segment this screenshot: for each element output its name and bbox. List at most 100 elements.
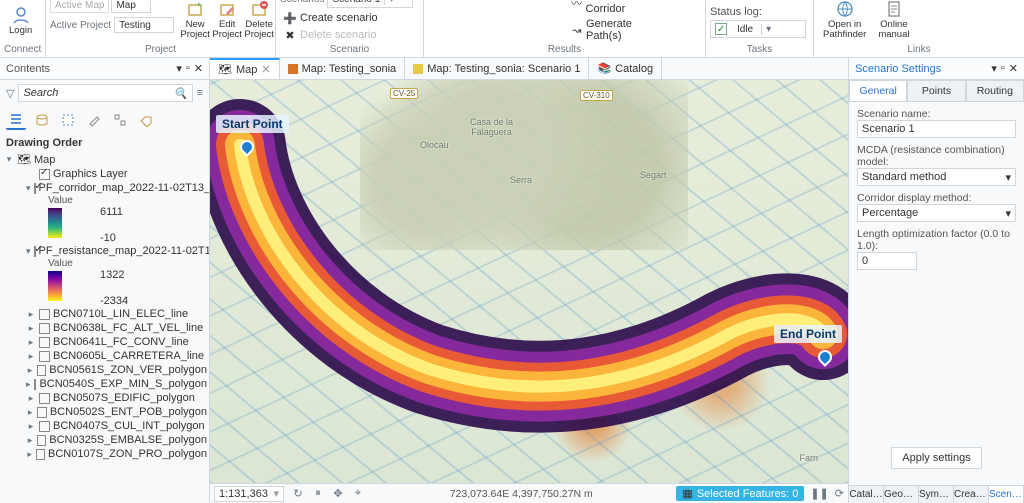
bottom-tab-catalog[interactable]: Catal…	[849, 486, 884, 503]
tree-graphics-layer[interactable]: Graphics Layer	[26, 167, 207, 181]
pause-control-icon[interactable]: ❚❚	[810, 487, 828, 500]
close-icon[interactable]: ✕	[1009, 62, 1018, 75]
tree-layer-item[interactable]: ▸BCN0540S_EXP_MIN_S_polygon	[26, 377, 207, 391]
place-farn: Farn	[799, 453, 818, 463]
target-icon[interactable]: ⌖	[350, 486, 366, 502]
list-by-labeling-icon[interactable]	[136, 110, 156, 130]
bottom-tab-symbology[interactable]: Symb…	[919, 486, 954, 503]
group-title-links: Links	[818, 43, 1020, 57]
scenario-name-input[interactable]: Scenario 1	[857, 120, 1016, 138]
apply-settings-button[interactable]: Apply settings	[891, 447, 981, 469]
pan-icon[interactable]: ✥	[330, 486, 346, 502]
user-icon	[11, 5, 31, 25]
selected-features-badge[interactable]: ▦Selected Features: 0	[676, 486, 804, 501]
mcda-dropdown[interactable]: Standard method▾	[857, 168, 1016, 186]
search-input[interactable]: Search 🔍	[18, 84, 192, 102]
ribbon-group-tasks: Status log: ✓Idle ▾ Tasks	[706, 0, 814, 57]
check-icon: ✓	[715, 23, 727, 35]
length-factor-input[interactable]: 0	[857, 252, 917, 270]
delete-project-icon	[249, 0, 269, 19]
active-map-tab[interactable]: Active Map	[50, 0, 109, 13]
pause-icon[interactable]: ⏸	[310, 486, 326, 502]
generate-paths-button[interactable]: ↝Generate Path(s)	[568, 17, 664, 43]
menu-icon[interactable]: ≡	[197, 87, 203, 99]
list-by-selection-icon[interactable]	[58, 110, 78, 130]
create-scenario-button[interactable]: ➕Create scenario	[280, 10, 381, 26]
chevron-down-icon[interactable]: ▾	[176, 62, 182, 75]
globe-icon	[835, 0, 855, 19]
login-button[interactable]: Login	[4, 2, 37, 39]
tree-layer-item[interactable]: ▸BCN0605L_CARRETERA_line	[26, 349, 207, 363]
settings-form: Scenario name: Scenario 1 MCDA (resistan…	[849, 102, 1024, 485]
refresh-icon[interactable]: ⟳	[835, 487, 844, 500]
close-icon[interactable]: ✕	[194, 62, 203, 75]
scenarios-dropdown[interactable]: Scenario 1▾	[327, 0, 413, 8]
bottom-tab-geoprocessing[interactable]: Geop…	[884, 486, 919, 503]
close-icon[interactable]: ✕	[261, 63, 270, 76]
tab-general[interactable]: General	[849, 80, 907, 101]
bottom-tab-scenario[interactable]: Scena…	[989, 486, 1024, 503]
search-row: ▽ Search 🔍 ≡	[0, 80, 209, 106]
dock-icon[interactable]: ▫	[1001, 62, 1005, 75]
delete-project-button[interactable]: Delete Project	[244, 0, 274, 43]
plus-icon: ➕	[283, 11, 297, 25]
map-status-bar: 1:131,363▾ ↻ ⏸ ✥ ⌖ 723,073.64E 4,397,750…	[210, 483, 848, 503]
scenario-settings-panel: Scenario Settings ▾ ▫ ✕ General Points R…	[849, 58, 1024, 503]
list-by-source-icon[interactable]	[32, 110, 52, 130]
tab-map[interactable]: 🗺Map✕	[210, 58, 280, 79]
map-view[interactable]: Start Point End Point Olocau Casa de la …	[210, 80, 848, 483]
tree-layer-item[interactable]: ▸BCN0107S_ZON_PRO_polygon	[26, 447, 207, 461]
tree-resistance-layer[interactable]: ▾PF_resistance_map_2022-11-02T13_11_57.t…	[26, 244, 207, 258]
tree-layer-item[interactable]: ▸BCN0325S_EMBALSE_polygon	[26, 433, 207, 447]
tree-layer-item[interactable]: ▸BCN0502S_ENT_POB_polygon	[26, 405, 207, 419]
ribbon-group-project: Active Map Map Active Project Testing Ne…	[46, 0, 276, 57]
tree-layer-item[interactable]: ▸BCN0710L_LIN_ELEC_line	[26, 307, 207, 321]
map-icon: 🗺	[218, 63, 232, 76]
scale-input[interactable]: 1:131,363▾	[214, 486, 284, 502]
rotate-icon[interactable]: ↻	[290, 486, 306, 502]
value-label: Value	[48, 195, 207, 206]
tree-layer-item[interactable]: ▸BCN0507S_EDIFIC_polygon	[26, 391, 207, 405]
dock-icon[interactable]: ▫	[186, 62, 190, 75]
new-project-button[interactable]: New Project	[180, 0, 210, 43]
tab-points[interactable]: Points	[907, 80, 965, 101]
contents-panel: Contents ▾ ▫ ✕ ▽ Search 🔍 ≡ Drawing Orde…	[0, 58, 210, 503]
chevron-down-icon[interactable]: ▾	[991, 62, 997, 75]
online-manual-button[interactable]: Online manual	[873, 0, 914, 43]
group-title-project: Project	[50, 43, 271, 57]
value-label: Value	[48, 258, 207, 269]
scenarios-label: Scenarios	[280, 0, 324, 5]
status-log-dropdown[interactable]: ✓Idle ▾	[710, 20, 806, 38]
active-project-value[interactable]: Testing	[114, 17, 174, 33]
map-icon: 🗺	[17, 153, 31, 166]
tab-map-testing[interactable]: Map: Testing_sonia	[280, 58, 406, 79]
generate-corridor-button[interactable]: 〰Generate Corridor	[568, 0, 664, 16]
tab-map-scenario[interactable]: Map: Testing_sonia: Scenario 1	[405, 58, 589, 79]
delete-scenario-button[interactable]: ✖Delete scenario	[280, 27, 379, 43]
list-by-drawing-icon[interactable]	[6, 110, 26, 130]
search-icon: 🔍	[174, 87, 188, 100]
layer-tree[interactable]: ▾🗺Map Graphics Layer ▾PF_corridor_map_20…	[0, 152, 209, 503]
tree-layer-item[interactable]: ▸BCN0407S_CUL_INT_polygon	[26, 419, 207, 433]
new-project-icon	[185, 0, 205, 19]
map-tab-button[interactable]: Map	[111, 0, 151, 13]
settings-tabs: General Points Routing	[849, 80, 1024, 102]
edit-project-button[interactable]: Edit Project	[212, 0, 242, 43]
list-by-snapping-icon[interactable]	[110, 110, 130, 130]
tree-map-node[interactable]: ▾🗺Map	[4, 152, 207, 167]
tree-corridor-layer[interactable]: ▾PF_corridor_map_2022-11-02T13_14_14.tif	[26, 181, 207, 195]
ribbon: Login Connect Active Map Map Active Proj…	[0, 0, 1024, 58]
mcda-label: MCDA (resistance combination) model:	[857, 144, 1005, 168]
edit-project-icon	[217, 0, 237, 19]
tree-layer-item[interactable]: ▸BCN0638L_FC_ALT_VEL_line	[26, 321, 207, 335]
tree-layer-item[interactable]: ▸BCN0561S_ZON_VER_polygon	[26, 363, 207, 377]
filter-icon[interactable]: ▽	[6, 87, 14, 100]
corridor-overlay	[210, 80, 848, 479]
tab-routing[interactable]: Routing	[966, 80, 1024, 101]
bottom-tab-create[interactable]: Creat…	[954, 486, 989, 503]
open-pathfinder-button[interactable]: Open in Pathfinder	[818, 0, 871, 43]
list-by-editing-icon[interactable]	[84, 110, 104, 130]
tab-catalog[interactable]: 📚Catalog	[589, 58, 662, 79]
tree-layer-item[interactable]: ▸BCN0641L_FC_CONV_line	[26, 335, 207, 349]
display-method-dropdown[interactable]: Percentage▾	[857, 204, 1016, 222]
